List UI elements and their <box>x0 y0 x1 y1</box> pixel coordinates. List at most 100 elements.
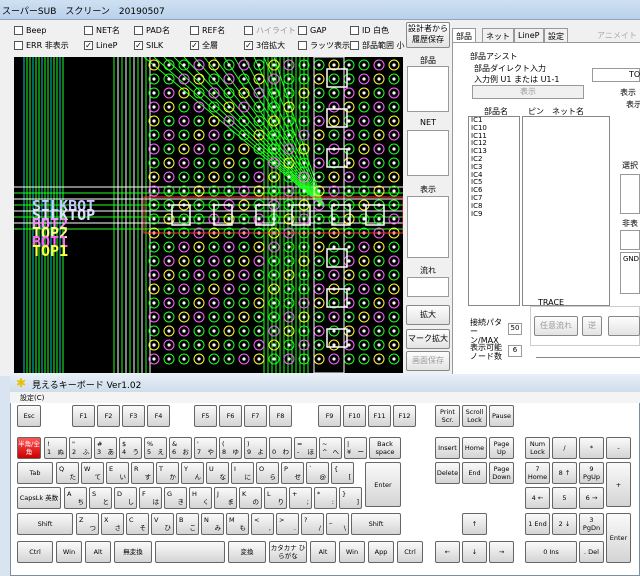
key-end[interactable]: End <box>462 462 487 484</box>
key-row2-2[interactable]: Eい <box>106 462 129 484</box>
pcb-canvas[interactable]: SILKBOT SILKTOP BOT2 TOP2 BOT1 TOP1 <box>14 57 403 373</box>
key-home[interactable]: Home <box>462 437 487 459</box>
key-row1-6[interactable]: ' 7 や <box>194 437 217 459</box>
key-f6[interactable]: F6 <box>219 405 242 427</box>
tab-animate[interactable]: アニメイト <box>594 28 640 42</box>
key-num9[interactable]: 9 PgUp <box>579 462 604 484</box>
key-f9[interactable]: F9 <box>318 405 341 427</box>
key-row1-3[interactable]: $4 う <box>119 437 142 459</box>
key-arrow-right[interactable]: → <box>489 541 514 563</box>
key-num-minus[interactable]: - <box>606 437 631 459</box>
checkbox-box[interactable] <box>14 40 23 50</box>
checkbox-0[interactable]: Beep <box>14 24 46 36</box>
key-row3-6[interactable]: Jま <box>214 487 237 509</box>
checkbox-box[interactable]: ✓ <box>244 40 253 50</box>
key-ctrl-left[interactable]: Ctrl <box>17 541 53 563</box>
key-num-dot[interactable]: . Del <box>579 541 604 563</box>
parts-list[interactable]: IC1 IC10 IC11 IC12 IC13 IC2 IC3 IC4 IC5 IC6 IC7 IC8… <box>468 116 520 306</box>
key-row3-2[interactable]: Dし <box>114 487 137 509</box>
key-row3-0[interactable]: Aち <box>64 487 87 509</box>
key-row2-0[interactable]: Qた <box>56 462 79 484</box>
key-f1[interactable]: F1 <box>72 405 95 427</box>
checkbox-13[interactable]: 部品範囲 小 <box>350 39 405 51</box>
checkbox-box[interactable] <box>14 25 23 35</box>
key-row4-2[interactable]: Cそ <box>126 513 149 535</box>
key-pageup[interactable]: Page Up <box>489 437 514 459</box>
key-f5[interactable]: F5 <box>194 405 217 427</box>
key-row4-3[interactable]: Vひ <box>151 513 174 535</box>
checkbox-box[interactable]: ✓ <box>84 40 93 50</box>
key-row2-11[interactable]: {[ <box>331 462 354 484</box>
key-row2-7[interactable]: Iに <box>231 462 254 484</box>
key-row3-11[interactable]: }] <box>339 487 362 509</box>
key-row1-12[interactable]: | ¥ ー <box>344 437 367 459</box>
key-win-right[interactable]: Win <box>339 541 365 563</box>
hide-field[interactable] <box>620 230 640 250</box>
key-row1-9[interactable]: 0わ <box>269 437 292 459</box>
checkbox-box[interactable] <box>298 40 307 50</box>
key-arrow-down[interactable]: ↓ <box>462 541 487 563</box>
key-enter[interactable]: Enter <box>365 462 401 507</box>
key-f12[interactable]: F12 <box>393 405 416 427</box>
key-num8[interactable]: 8 ↑ <box>552 462 577 484</box>
checkbox-6[interactable]: ID 白色 <box>350 24 389 36</box>
to-field[interactable]: TO <box>592 68 640 82</box>
key-arrow-up[interactable]: ↑ <box>462 513 487 535</box>
key-numlock[interactable]: Num Lock <box>525 437 550 459</box>
key-row4-5[interactable]: Nみ <box>201 513 224 535</box>
key-scroll[interactable]: Scroll Lock <box>462 405 487 427</box>
key-row3-10[interactable]: *: <box>314 487 337 509</box>
key-arrow-left[interactable]: ← <box>435 541 460 563</box>
key-row1-7[interactable]: (8 ゆ <box>219 437 242 459</box>
key-row1-8[interactable]: ) 9 よ <box>244 437 267 459</box>
key-num-star[interactable]: * <box>579 437 604 459</box>
key-row4-1[interactable]: Xさ <box>101 513 124 535</box>
tab-net[interactable]: ネット <box>482 28 514 42</box>
key-row3-4[interactable]: Gき <box>164 487 187 509</box>
key-row1-4[interactable]: % 5 え <box>144 437 167 459</box>
key-capslock[interactable]: CapsLk 英数 <box>17 487 61 509</box>
pattern-max-field[interactable]: 50 <box>508 323 522 335</box>
key-num1[interactable]: 1 End <box>525 513 550 535</box>
key-row1-5[interactable]: & 6 お <box>169 437 192 459</box>
key-row3-8[interactable]: Lり <box>264 487 287 509</box>
key-henkan[interactable]: 変換 <box>228 541 266 563</box>
checkbox-8[interactable]: ✓ LineP <box>84 39 118 51</box>
checkbox-11[interactable]: ✓ 3倍拡大 <box>244 39 285 51</box>
key-row1-11[interactable]: ~ ^ へ <box>319 437 342 459</box>
key-num0[interactable]: 0 Ins <box>525 541 577 563</box>
key-delete[interactable]: Delete <box>435 462 460 484</box>
key-row1-1[interactable]: " 2 ふ <box>69 437 92 459</box>
key-tab[interactable]: Tab <box>17 462 53 484</box>
checkbox-box[interactable]: ✓ <box>190 40 199 50</box>
tab-parts[interactable]: 部品 <box>452 28 476 42</box>
key-row4-4[interactable]: Bこ <box>176 513 199 535</box>
key-shift-right[interactable]: Shift <box>351 513 401 535</box>
checkbox-box[interactable] <box>244 25 253 35</box>
tab-linep[interactable]: LineP <box>514 28 544 42</box>
checkbox-10[interactable]: ✓ 全層 <box>190 39 218 51</box>
key-row3-3[interactable]: Fは <box>139 487 162 509</box>
key-row4-6[interactable]: Mも <box>226 513 249 535</box>
checkbox-box[interactable] <box>350 40 359 50</box>
settings-menu[interactable]: 設定(C) <box>20 393 44 403</box>
key-f11[interactable]: F11 <box>368 405 391 427</box>
key-row2-1[interactable]: Wて <box>81 462 104 484</box>
key-app[interactable]: App <box>368 541 394 563</box>
key-alt-right[interactable]: Alt <box>310 541 336 563</box>
screen-save-button[interactable]: 画面保存 <box>406 351 450 371</box>
checkbox-5[interactable]: GAP <box>298 24 327 36</box>
key-backspace[interactable]: Back space <box>369 437 401 459</box>
checkbox-1[interactable]: NET名 <box>84 24 120 36</box>
key-num4[interactable]: 4 ← <box>525 487 550 509</box>
key-row2-9[interactable]: Pせ <box>281 462 304 484</box>
trace-reverse-button[interactable]: 逆 <box>582 316 602 336</box>
key-row2-6[interactable]: Uな <box>206 462 229 484</box>
checkbox-box[interactable] <box>134 25 143 35</box>
node-count-field[interactable]: 6 <box>508 345 522 357</box>
key-alt-left[interactable]: Alt <box>85 541 111 563</box>
key-num-slash[interactable]: / <box>552 437 577 459</box>
mark-zoom-button[interactable]: マーク拡大 <box>406 329 450 349</box>
key-row3-1[interactable]: Sと <box>89 487 112 509</box>
key-num7[interactable]: 7 Home <box>525 462 550 484</box>
